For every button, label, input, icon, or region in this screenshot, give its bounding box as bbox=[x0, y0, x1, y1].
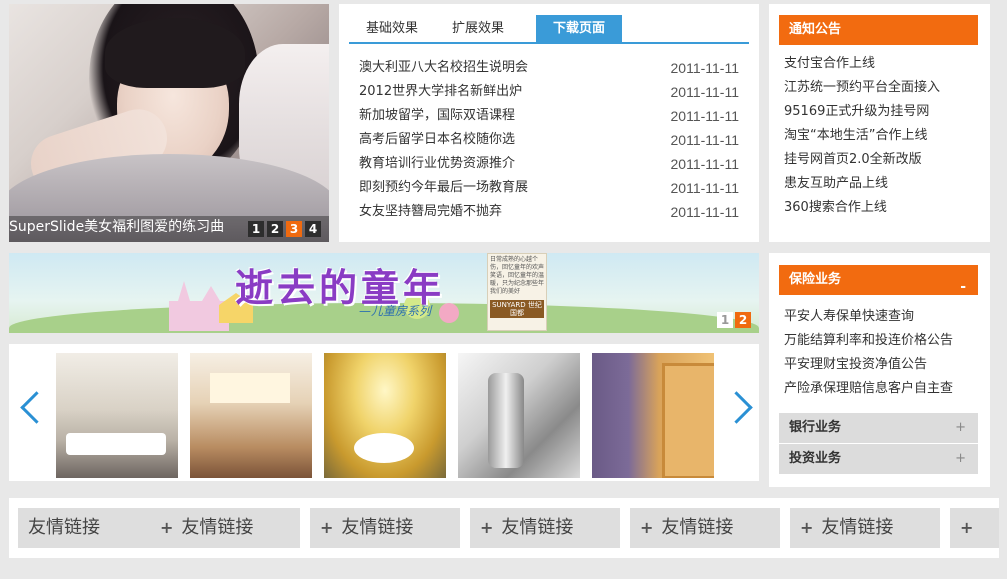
notice-link[interactable]: 95169正式升级为挂号网 bbox=[784, 100, 940, 124]
insurance-link[interactable]: 平安人寿保单快速查询 bbox=[784, 305, 953, 329]
news-date: 2011-11-11 bbox=[670, 60, 740, 76]
bank-business-label: 银行业务 bbox=[789, 420, 842, 435]
friend-link-label: 友情链接 bbox=[28, 517, 100, 538]
friend-link-label: 友情链接 bbox=[821, 517, 894, 538]
banner-page-2[interactable]: 2 bbox=[735, 312, 751, 328]
slide-page-2[interactable]: 2 bbox=[267, 221, 283, 237]
thumbnail-bedroom[interactable] bbox=[190, 353, 312, 478]
notice-link[interactable]: 淘宝“本地生活”合作上线 bbox=[784, 124, 940, 148]
list-item[interactable]: 女友坚持簪局完婚不抛弃 2011-11-11 bbox=[359, 200, 739, 224]
list-item[interactable]: 澳大利亚八大名校招生说明会 2011-11-11 bbox=[359, 56, 739, 80]
insurance-heading-label: 保险业务 bbox=[789, 272, 842, 287]
news-title[interactable]: 教育培训行业优势资源推介 bbox=[359, 152, 515, 176]
notice-list: 支付宝合作上线 江苏统一预约平台全面接入 95169正式升级为挂号网 淘宝“本地… bbox=[784, 52, 940, 220]
news-title[interactable]: 女友坚持簪局完婚不抛弃 bbox=[359, 200, 502, 224]
friend-link-label: 友情链接 bbox=[661, 517, 734, 538]
thumbnail-carousel bbox=[9, 344, 759, 481]
collapse-icon[interactable]: - bbox=[960, 272, 966, 302]
news-date: 2011-11-11 bbox=[670, 156, 740, 172]
photo-slideshow[interactable]: SuperSlide美女福利图爱的练习曲 1 2 3 4 bbox=[9, 4, 329, 242]
banner-pager: 1 2 bbox=[717, 312, 751, 328]
banner-ad-card: 日常成熟的心越个伤，回忆童年的欢声笑语，回忆童年的温暖，只为纪念那些年我们的美好… bbox=[487, 253, 547, 331]
plus-icon: + bbox=[640, 518, 654, 537]
banner-subtitle: —儿童房系列 bbox=[359, 304, 432, 318]
investment-business-label: 投资业务 bbox=[789, 451, 842, 466]
news-date: 2011-11-11 bbox=[670, 180, 740, 196]
news-title[interactable]: 新加坡留学，国际双语课程 bbox=[359, 104, 515, 128]
bank-business-header[interactable]: 银行业务 + bbox=[779, 413, 978, 443]
expand-icon[interactable]: + bbox=[955, 444, 966, 474]
plus-icon: + bbox=[480, 518, 494, 537]
list-item[interactable]: 教育培训行业优势资源推介 2011-11-11 bbox=[359, 152, 739, 176]
plus-icon: + bbox=[160, 518, 174, 537]
notice-link[interactable]: 江苏统一预约平台全面接入 bbox=[784, 76, 940, 100]
slide-caption[interactable]: SuperSlide美女福利图爱的练习曲 bbox=[9, 216, 224, 236]
list-item[interactable]: 即刻预约今年最后一场教育展 2011-11-11 bbox=[359, 176, 739, 200]
news-title[interactable]: 即刻预约今年最后一场教育展 bbox=[359, 176, 528, 200]
banner-ad-text: 日常成熟的心越个伤，回忆童年的欢声笑语，回忆童年的温暖，只为纪念那些年我们的美好 bbox=[490, 256, 545, 295]
tab-basic[interactable]: 基础效果 bbox=[349, 15, 435, 42]
friend-link[interactable]: + 友情链接 bbox=[630, 508, 780, 548]
plus-icon: + bbox=[320, 518, 334, 537]
slide-page-1[interactable]: 1 bbox=[248, 221, 264, 237]
news-title[interactable]: 澳大利亚八大名校招生说明会 bbox=[359, 56, 528, 80]
friend-links-bar: 友情链接 + 友情链接 + 友情链接 + 友情链接 + 友情链接 + 友情链接 + bbox=[9, 498, 999, 558]
news-date: 2011-11-11 bbox=[670, 132, 740, 148]
friend-link-label: 友情链接 bbox=[341, 517, 414, 538]
notice-link[interactable]: 患友互助产品上线 bbox=[784, 172, 940, 196]
investment-business-header[interactable]: 投资业务 + bbox=[779, 444, 978, 474]
next-arrow-icon[interactable] bbox=[727, 388, 751, 428]
notice-heading: 通知公告 bbox=[779, 15, 978, 45]
friend-link-label: 友情链接 bbox=[501, 517, 574, 538]
friend-link[interactable]: 友情链接 bbox=[18, 508, 168, 548]
list-item[interactable]: 新加坡留学，国际双语课程 2011-11-11 bbox=[359, 104, 739, 128]
thumbnail-kids-desk[interactable] bbox=[592, 353, 714, 478]
list-item[interactable]: 高考后留学日本名校随你选 2011-11-11 bbox=[359, 128, 739, 152]
banner-ad-logo: SUNYARD 世纪国都 bbox=[490, 300, 544, 318]
slide-page-4[interactable]: 4 bbox=[305, 221, 321, 237]
insurance-heading[interactable]: 保险业务 - bbox=[779, 265, 978, 295]
friend-link[interactable]: + 友情链接 bbox=[310, 508, 460, 548]
slide-page-3[interactable]: 3 bbox=[286, 221, 302, 237]
notice-panel: 通知公告 支付宝合作上线 江苏统一预约平台全面接入 95169正式升级为挂号网 … bbox=[769, 4, 990, 242]
news-title[interactable]: 高考后留学日本名校随你选 bbox=[359, 128, 515, 152]
tab-download[interactable]: 下载页面 bbox=[536, 15, 622, 42]
thumbnail-living-room[interactable] bbox=[56, 353, 178, 478]
insurance-link[interactable]: 平安理财宝投资净值公告 bbox=[784, 353, 953, 377]
notice-link[interactable]: 360搜索合作上线 bbox=[784, 196, 940, 220]
insurance-panel: 保险业务 - 平安人寿保单快速查询 万能结算利率和投连价格公告 平安理财宝投资净… bbox=[769, 253, 990, 487]
expand-icon[interactable]: + bbox=[955, 413, 966, 443]
friend-link-partial[interactable]: + bbox=[950, 508, 999, 548]
notice-link[interactable]: 挂号网首页2.0全新改版 bbox=[784, 148, 940, 172]
slide-pager: 1 2 3 4 bbox=[248, 221, 321, 237]
news-date: 2011-11-11 bbox=[670, 84, 740, 100]
thumbnail-faucet[interactable] bbox=[458, 353, 580, 478]
news-date: 2011-11-11 bbox=[670, 204, 740, 220]
plus-icon: + bbox=[800, 518, 814, 537]
notice-link[interactable]: 支付宝合作上线 bbox=[784, 52, 940, 76]
tab-extended[interactable]: 扩展效果 bbox=[435, 15, 521, 42]
page: SuperSlide美女福利图爱的练习曲 1 2 3 4 基础效果 扩展效果 下… bbox=[0, 0, 1007, 579]
insurance-list: 平安人寿保单快速查询 万能结算利率和投连价格公告 平安理财宝投资净值公告 产险承… bbox=[784, 305, 953, 401]
friend-link[interactable]: + 友情链接 bbox=[470, 508, 620, 548]
friend-link-label: 友情链接 bbox=[181, 517, 254, 538]
news-date: 2011-11-11 bbox=[670, 108, 740, 124]
friend-link[interactable]: + 友情链接 bbox=[150, 508, 300, 548]
news-title[interactable]: 2012世界大学排名新鲜出炉 bbox=[359, 80, 522, 104]
insurance-link[interactable]: 产险承保理赔信息客户自主查 bbox=[784, 377, 953, 401]
insurance-link[interactable]: 万能结算利率和投连价格公告 bbox=[784, 329, 953, 353]
tabs-panel: 基础效果 扩展效果 下载页面 澳大利亚八大名校招生说明会 2011-11-11 2… bbox=[339, 4, 759, 242]
plus-icon: + bbox=[960, 518, 974, 537]
friend-link[interactable]: + 友情链接 bbox=[790, 508, 940, 548]
banner-page-1[interactable]: 1 bbox=[717, 312, 733, 328]
prev-arrow-icon[interactable] bbox=[17, 388, 41, 428]
tab-bar: 基础效果 扩展效果 下载页面 bbox=[349, 15, 749, 44]
thumbnail-warm-room[interactable] bbox=[324, 353, 446, 478]
banner-slideshow[interactable]: 逝去的童年 —儿童房系列 日常成熟的心越个伤，回忆童年的欢声笑语，回忆童年的温暖… bbox=[9, 253, 759, 333]
news-list: 澳大利亚八大名校招生说明会 2011-11-11 2012世界大学排名新鲜出炉 20… bbox=[359, 56, 739, 224]
list-item[interactable]: 2012世界大学排名新鲜出炉 2011-11-11 bbox=[359, 80, 739, 104]
